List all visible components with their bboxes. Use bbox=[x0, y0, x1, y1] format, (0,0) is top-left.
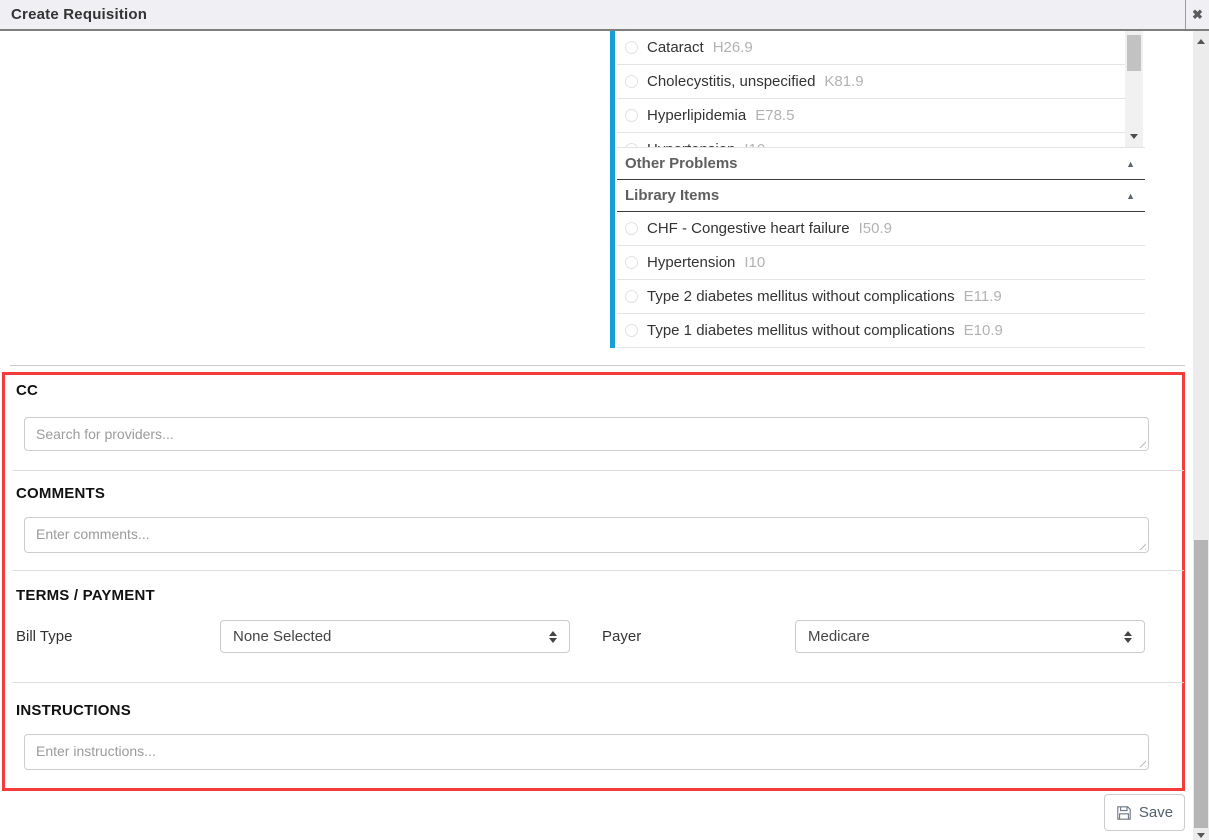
problem-row[interactable]: Cholecystitis, unspecified K81.9 bbox=[617, 65, 1125, 99]
problem-code: E10.9 bbox=[964, 322, 1003, 339]
save-button[interactable]: Save bbox=[1104, 794, 1185, 831]
problem-label: Hyperlipidemia bbox=[647, 107, 746, 124]
save-floppy-icon bbox=[1116, 805, 1132, 821]
problem-row[interactable]: Hypertension I10 bbox=[617, 133, 1125, 147]
payer-select[interactable]: Medicare bbox=[795, 620, 1145, 653]
collapse-icon[interactable]: ▲ bbox=[1126, 191, 1135, 201]
select-arrows-icon bbox=[1124, 631, 1132, 643]
comments-textarea[interactable] bbox=[24, 517, 1149, 553]
library-item-row[interactable]: CHF - Congestive heart failure I50.9 bbox=[617, 212, 1145, 246]
terms-payment-label: TERMS / PAYMENT bbox=[16, 587, 155, 604]
radio-icon[interactable] bbox=[625, 109, 638, 122]
radio-icon[interactable] bbox=[625, 75, 638, 88]
form-divider bbox=[13, 470, 1184, 471]
requisition-form-highlight: CC COMMENTS TERMS / PAYMENT Bill Type No… bbox=[2, 372, 1185, 791]
collapse-icon[interactable]: ▲ bbox=[1126, 159, 1135, 169]
section-label: Library Items bbox=[625, 187, 719, 204]
problem-code: E11.9 bbox=[964, 288, 1002, 305]
problems-scroll-area[interactable]: Cataract H26.9 Cholecystitis, unspecifie… bbox=[617, 31, 1125, 147]
section-divider bbox=[10, 365, 1185, 366]
scroll-down-icon[interactable] bbox=[1130, 134, 1138, 139]
problem-code: I50.9 bbox=[859, 220, 892, 237]
scroll-up-icon[interactable] bbox=[1197, 39, 1205, 44]
problem-code: I10 bbox=[744, 254, 765, 271]
problem-label: Cataract bbox=[647, 39, 704, 56]
radio-icon[interactable] bbox=[625, 290, 638, 303]
problem-label: Hypertension bbox=[647, 254, 735, 271]
problem-list-panel: Cataract H26.9 Cholecystitis, unspecifie… bbox=[610, 31, 1145, 349]
section-library-items[interactable]: Library Items ▲ bbox=[617, 180, 1145, 212]
problem-label: Type 2 diabetes mellitus without complic… bbox=[647, 288, 955, 305]
bill-type-value: None Selected bbox=[233, 628, 331, 645]
library-item-row[interactable]: Type 2 diabetes mellitus without complic… bbox=[617, 280, 1145, 314]
library-item-row[interactable]: Type 1 diabetes mellitus without complic… bbox=[617, 314, 1145, 348]
cc-label: CC bbox=[16, 382, 38, 399]
create-requisition-modal: Create Requisition ✖ Cataract H26.9 Chol… bbox=[0, 0, 1209, 840]
problem-code: H26.9 bbox=[713, 39, 753, 56]
scroll-down-icon[interactable] bbox=[1197, 833, 1205, 838]
modal-title: Create Requisition bbox=[0, 6, 147, 23]
bill-type-select[interactable]: None Selected bbox=[220, 620, 570, 653]
close-icon: ✖ bbox=[1192, 7, 1203, 23]
problem-code: K81.9 bbox=[824, 73, 863, 90]
list-scrollbar[interactable] bbox=[1125, 31, 1143, 147]
problem-label: Cholecystitis, unspecified bbox=[647, 73, 815, 90]
page-scrollbar-thumb[interactable] bbox=[1194, 540, 1208, 828]
section-label: Other Problems bbox=[625, 155, 738, 172]
list-scrollbar-thumb[interactable] bbox=[1127, 35, 1141, 71]
library-item-row[interactable]: Hypertension I10 bbox=[617, 246, 1145, 280]
section-other-problems[interactable]: Other Problems ▲ bbox=[617, 148, 1145, 180]
instructions-label: INSTRUCTIONS bbox=[16, 702, 131, 719]
save-button-label: Save bbox=[1139, 804, 1173, 821]
problem-code: E78.5 bbox=[755, 107, 794, 124]
accent-bar bbox=[610, 31, 615, 348]
comments-label: COMMENTS bbox=[16, 485, 105, 502]
radio-icon[interactable] bbox=[625, 324, 638, 337]
bill-type-label: Bill Type bbox=[16, 628, 72, 645]
close-button[interactable]: ✖ bbox=[1185, 0, 1209, 29]
problem-sections: Other Problems ▲ Library Items ▲ CHF - C… bbox=[617, 147, 1145, 348]
problem-row[interactable]: Hyperlipidemia E78.5 bbox=[617, 99, 1125, 133]
payer-value: Medicare bbox=[808, 628, 870, 645]
payer-label: Payer bbox=[602, 628, 641, 645]
form-divider bbox=[13, 682, 1184, 683]
form-divider bbox=[13, 570, 1184, 571]
problem-label: Type 1 diabetes mellitus without complic… bbox=[647, 322, 955, 339]
select-arrows-icon bbox=[549, 631, 557, 643]
cc-input[interactable] bbox=[24, 417, 1149, 451]
instructions-textarea[interactable] bbox=[24, 734, 1149, 770]
modal-header: Create Requisition bbox=[0, 0, 1209, 31]
radio-icon[interactable] bbox=[625, 256, 638, 269]
radio-icon[interactable] bbox=[625, 41, 638, 54]
problem-label: CHF - Congestive heart failure bbox=[647, 220, 850, 237]
problem-row[interactable]: Cataract H26.9 bbox=[617, 31, 1125, 65]
page-scrollbar[interactable] bbox=[1193, 31, 1209, 840]
radio-icon[interactable] bbox=[625, 222, 638, 235]
